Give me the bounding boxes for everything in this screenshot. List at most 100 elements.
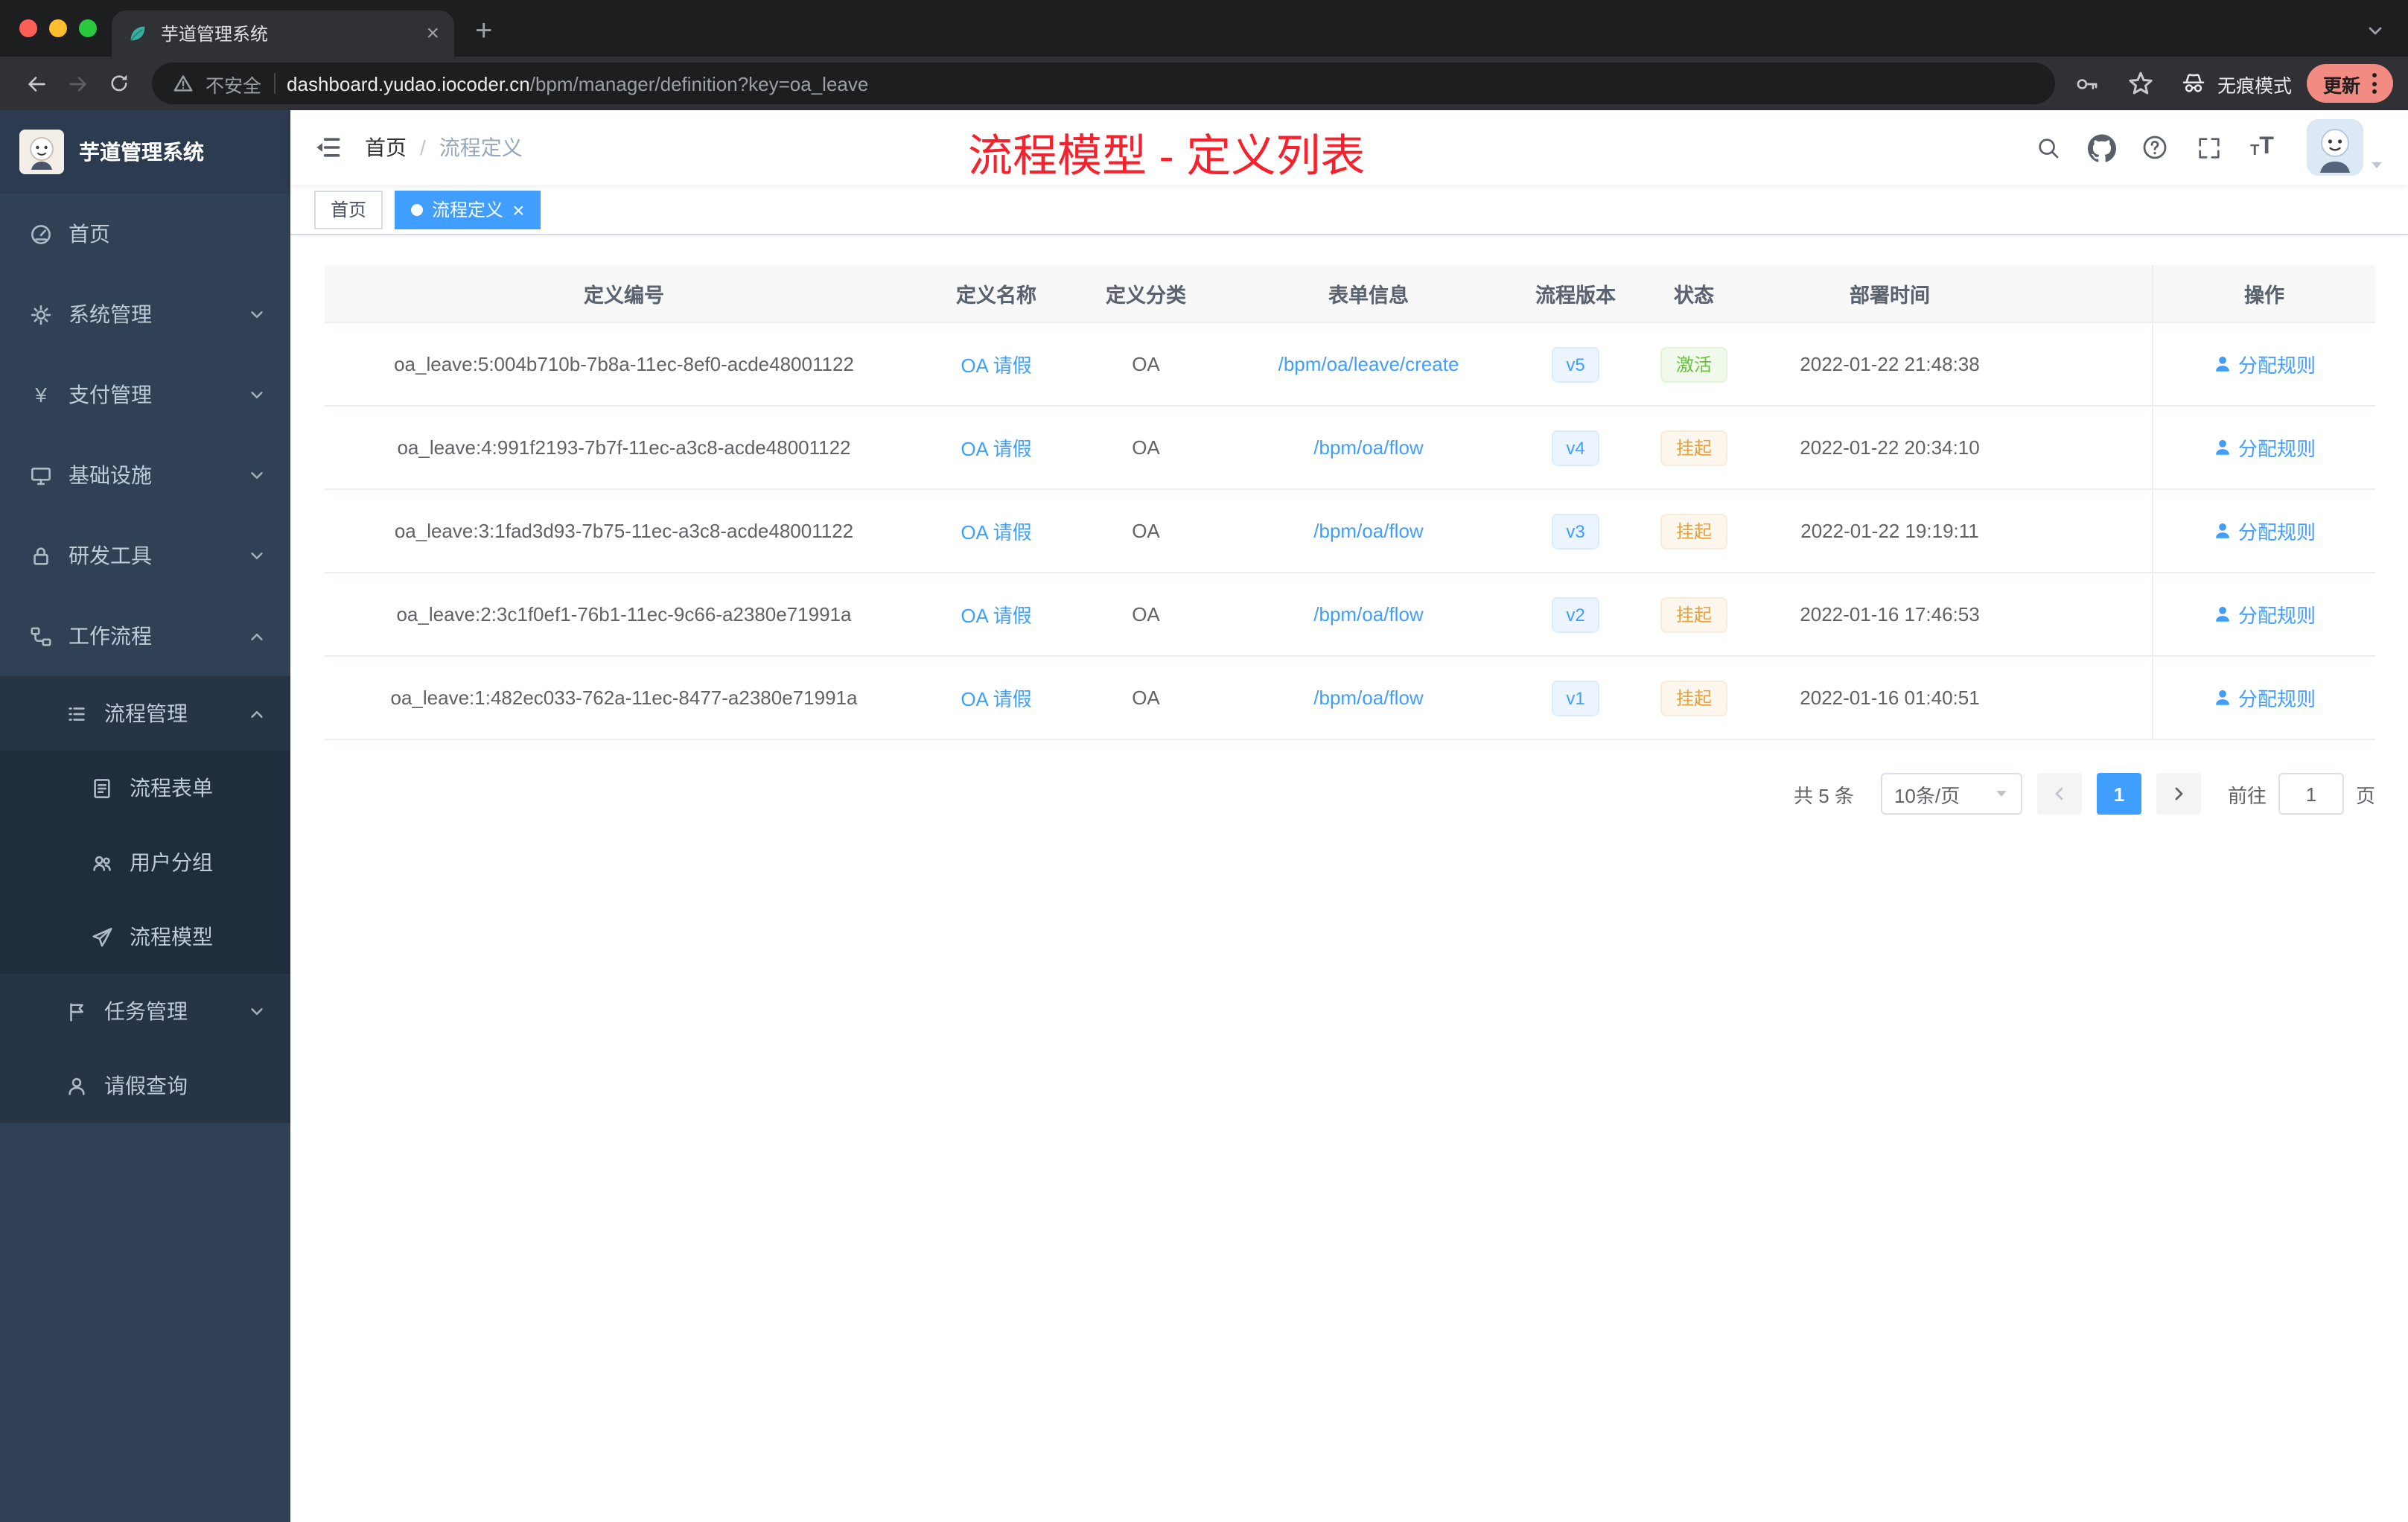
table-row: oa_leave:4:991f2193-7b7f-11ec-a3c8-acde4… xyxy=(325,407,2375,490)
bookmark-star-button[interactable] xyxy=(2121,63,2162,104)
user-icon xyxy=(2216,690,2229,705)
help-button[interactable] xyxy=(2137,130,2173,165)
breadcrumb-home[interactable]: 首页 xyxy=(365,133,407,162)
definition-name-link[interactable]: OA 请假 xyxy=(961,600,1031,628)
definition-name-link[interactable]: OA 请假 xyxy=(961,350,1031,378)
deploy-time: 2022-01-22 19:19:11 xyxy=(1800,520,1979,542)
assign-rule-link[interactable]: 分配规则 xyxy=(2213,350,2316,378)
browser-window: 芋道管理系统 × + 不安全 dashboard.yudao.iocoder.c… xyxy=(0,0,2408,1522)
table-row: oa_leave:5:004b710b-7b8a-11ec-8ef0-acde4… xyxy=(325,323,2375,407)
definition-name-link[interactable]: OA 请假 xyxy=(961,433,1031,462)
address-bar[interactable]: 不安全 dashboard.yudao.iocoder.cn/bpm/manag… xyxy=(152,63,2055,104)
incognito-icon xyxy=(2182,74,2205,92)
form-link[interactable]: /bpm/oa/flow xyxy=(1313,520,1423,542)
password-key-button[interactable] xyxy=(2067,63,2109,104)
page-number-button[interactable]: 1 xyxy=(2096,773,2141,815)
new-tab-button[interactable]: + xyxy=(475,16,492,46)
tag-home[interactable]: 首页 xyxy=(314,190,383,229)
definition-name-link[interactable]: OA 请假 xyxy=(961,517,1031,545)
close-window-button[interactable] xyxy=(19,19,37,37)
hamburger-icon xyxy=(316,138,340,157)
sidebar-logo[interactable]: 芋道管理系统 xyxy=(0,110,290,194)
form-link[interactable]: /bpm/oa/flow xyxy=(1313,603,1423,625)
reload-button[interactable] xyxy=(98,63,140,104)
tab-search-chevron-icon[interactable] xyxy=(2366,22,2384,40)
sidebar-item-process-management[interactable]: 流程管理 xyxy=(0,676,290,751)
security-label[interactable]: 不安全 xyxy=(206,69,261,98)
font-size-button[interactable]: TT xyxy=(2244,130,2280,165)
goto-page-input[interactable] xyxy=(2278,773,2344,815)
definition-category: OA xyxy=(1132,687,1160,709)
chevron-left-icon xyxy=(2055,787,2063,800)
browser-tab[interactable]: 芋道管理系统 × xyxy=(112,10,454,57)
next-page-button[interactable] xyxy=(2156,773,2201,815)
warning-icon xyxy=(173,75,193,92)
column-header-actions: 操作 xyxy=(2152,265,2375,322)
sidebar-item-system[interactable]: 系统管理 xyxy=(0,274,290,354)
prev-page-button[interactable] xyxy=(2036,773,2082,815)
avatar[interactable] xyxy=(2307,119,2363,176)
chevron-up-icon xyxy=(251,632,263,640)
assign-rule-link[interactable]: 分配规则 xyxy=(2213,517,2316,545)
goto-label: 前往 xyxy=(2227,784,2267,806)
gear-icon xyxy=(31,304,51,325)
definition-id: oa_leave:3:1fad3d93-7b75-11ec-a3c8-acde4… xyxy=(394,520,854,542)
tag-process-definition[interactable]: 流程定义 × xyxy=(395,190,541,229)
minimize-window-button[interactable] xyxy=(49,19,67,37)
maximize-window-button[interactable] xyxy=(79,19,97,37)
tab-close-icon[interactable]: × xyxy=(426,22,439,45)
page-size-select[interactable]: 10条/页 xyxy=(1880,773,2022,815)
sidebar-item-task-management[interactable]: 任务管理 xyxy=(0,974,290,1048)
sidebar-item-label: 流程管理 xyxy=(104,701,188,725)
definition-id: oa_leave:4:991f2193-7b7f-11ec-a3c8-acde4… xyxy=(397,436,851,459)
sidebar-item-label: 请假查询 xyxy=(104,1074,188,1098)
form-link[interactable]: /bpm/oa/leave/create xyxy=(1278,353,1459,375)
column-header: 定义编号 xyxy=(584,284,664,307)
yen-icon: ¥ xyxy=(35,383,47,407)
column-header: 定义名称 xyxy=(956,284,1036,307)
incognito-label: 无痕模式 xyxy=(2217,75,2292,96)
sidebar-item-process-model[interactable]: 流程模型 xyxy=(0,899,290,974)
sidebar-item-devtools[interactable]: 研发工具 xyxy=(0,515,290,596)
sidebar-toggle-button[interactable] xyxy=(290,110,365,185)
browser-menu-icon[interactable] xyxy=(2372,73,2377,94)
user-icon xyxy=(2216,439,2229,455)
back-button[interactable] xyxy=(15,63,57,104)
forward-icon xyxy=(69,76,86,91)
sidebar-item-label: 工作流程 xyxy=(69,624,152,648)
assign-rule-link[interactable]: 分配规则 xyxy=(2213,600,2316,628)
sidebar-item-workflow[interactable]: 工作流程 xyxy=(0,596,290,676)
browser-update-button[interactable]: 更新 xyxy=(2306,64,2393,103)
workflow-icon xyxy=(31,626,51,646)
user-menu[interactable] xyxy=(2307,119,2384,176)
sidebar-item-leave-query[interactable]: 请假查询 xyxy=(0,1048,290,1123)
users-icon xyxy=(93,855,111,870)
form-link[interactable]: /bpm/oa/flow xyxy=(1313,436,1423,459)
update-label: 更新 xyxy=(2322,75,2360,96)
definition-category: OA xyxy=(1132,603,1160,625)
user-icon xyxy=(2216,356,2229,372)
form-link[interactable]: /bpm/oa/flow xyxy=(1313,687,1423,709)
definition-name-link[interactable]: OA 请假 xyxy=(961,684,1031,712)
sidebar-item-payment[interactable]: ¥ 支付管理 xyxy=(0,354,290,435)
sidebar-item-label: 用户分组 xyxy=(130,850,213,874)
pagination-total: 共 5 条 xyxy=(1794,784,1854,806)
tag-close-icon[interactable]: × xyxy=(512,199,524,220)
window-controls xyxy=(19,19,97,37)
tags-view: 首页 流程定义 × xyxy=(290,185,2408,235)
forward-button[interactable] xyxy=(57,63,98,104)
definition-id: oa_leave:2:3c1f0ef1-76b1-11ec-9c66-a2380… xyxy=(396,603,852,625)
deploy-time: 2022-01-16 01:40:51 xyxy=(1800,687,1980,709)
github-button[interactable] xyxy=(2083,130,2119,165)
assign-rule-link[interactable]: 分配规则 xyxy=(2213,433,2316,462)
fullscreen-button[interactable] xyxy=(2191,130,2226,165)
search-button[interactable] xyxy=(2030,130,2065,165)
assign-rule-link[interactable]: 分配规则 xyxy=(2213,684,2316,712)
sidebar-item-process-form[interactable]: 流程表单 xyxy=(0,751,290,825)
tag-label: 首页 xyxy=(331,200,367,220)
sidebar-item-infrastructure[interactable]: 基础设施 xyxy=(0,435,290,515)
sidebar-item-user-group[interactable]: 用户分组 xyxy=(0,825,290,899)
fullscreen-icon xyxy=(2198,137,2219,158)
sidebar-item-home[interactable]: 首页 xyxy=(0,194,290,274)
table-header-row: 定义编号 定义名称 定义分类 表单信息 流程版本 状态 部署时间 操作 xyxy=(325,265,2375,323)
